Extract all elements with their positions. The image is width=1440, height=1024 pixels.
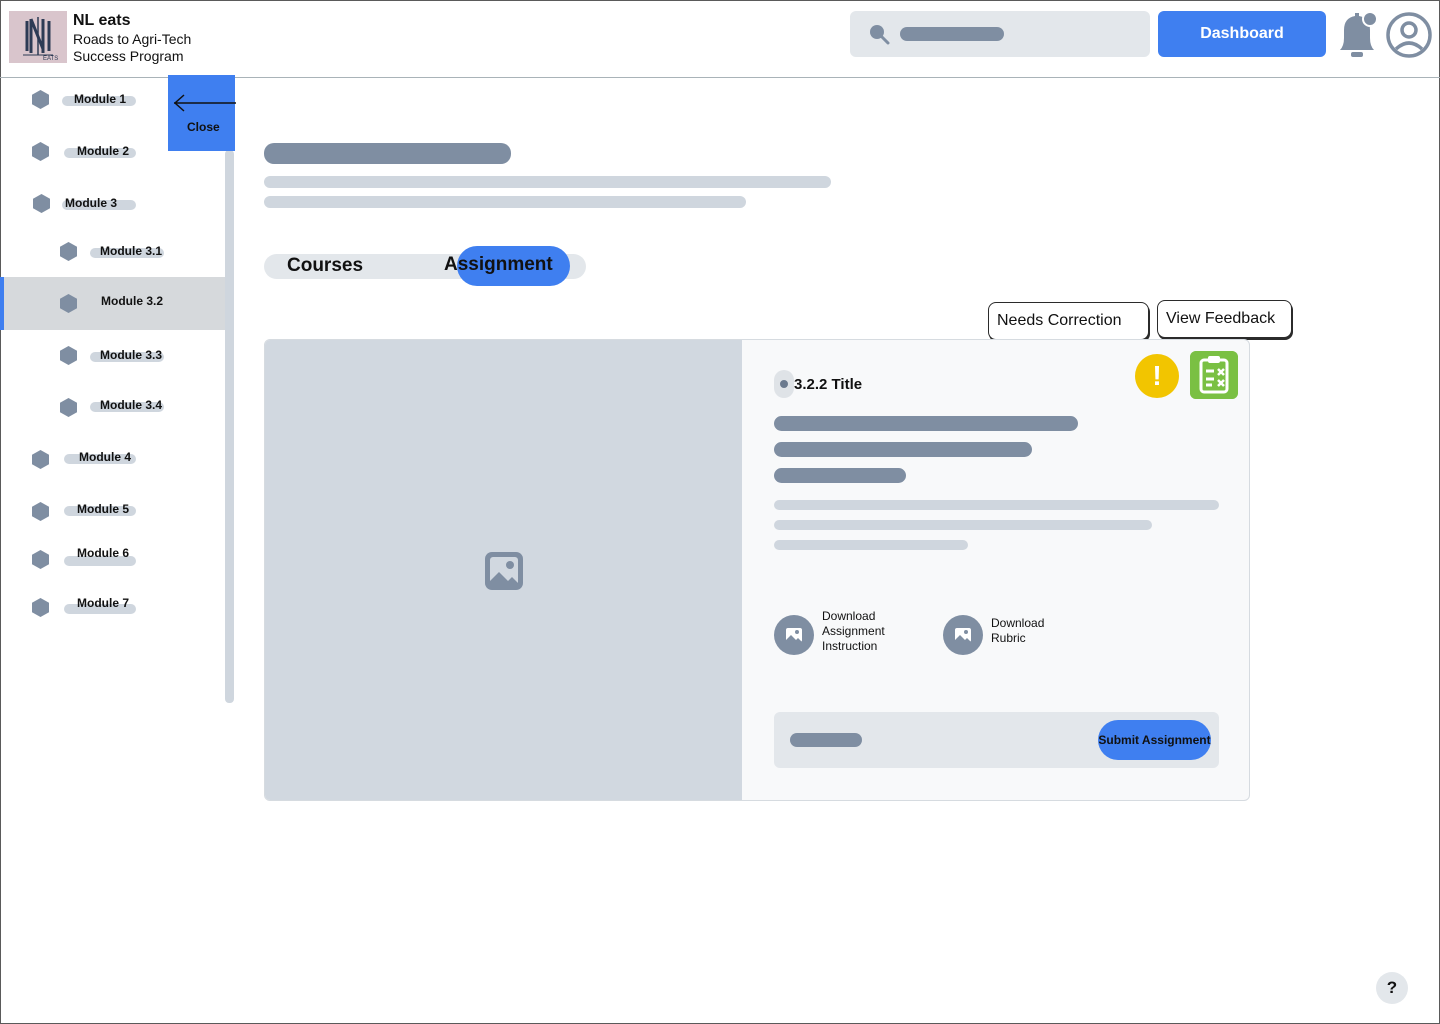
text-placeholder xyxy=(774,416,1078,431)
download-instruction-link[interactable]: Download Assignment Instruction xyxy=(822,609,902,654)
hexagon-icon xyxy=(60,346,77,365)
sidebar-item-label: Module 2 xyxy=(77,144,130,158)
close-label: Close xyxy=(187,120,220,134)
top-header: EATS NL eats Roads to Agri-Tech Success … xyxy=(0,0,1440,78)
hexagon-icon xyxy=(33,194,50,213)
description-placeholder xyxy=(264,196,746,208)
sidebar-item-label: Module 6 xyxy=(77,546,130,560)
hexagon-icon xyxy=(32,450,49,469)
submission-panel: Submit Assignment xyxy=(774,712,1219,768)
arrow-left-icon xyxy=(173,94,236,112)
sidebar-scrollbar[interactable] xyxy=(225,150,234,703)
bullet-icon xyxy=(774,370,794,398)
notification-bell-icon[interactable] xyxy=(1336,10,1378,60)
hexagon-icon xyxy=(32,550,49,569)
sidebar-item-label: Module 5 xyxy=(77,502,130,516)
hexagon-icon xyxy=(32,90,49,109)
warning-icon[interactable]: ! xyxy=(1135,354,1179,398)
text-placeholder xyxy=(774,540,968,550)
sidebar-item-label: Module 3.2 xyxy=(101,294,164,308)
hexagon-icon xyxy=(60,242,77,261)
submit-assignment-button[interactable]: Submit Assignment xyxy=(1098,720,1211,760)
search-placeholder-bar xyxy=(900,27,1004,41)
help-button[interactable]: ? xyxy=(1376,972,1408,1004)
sidebar-item-module-7[interactable]: Module 7 xyxy=(0,582,226,622)
sidebar-item-module-6[interactable]: Module 6 xyxy=(0,532,226,572)
download-rubric-icon[interactable] xyxy=(943,615,983,655)
sidebar-item-label: Module 1 xyxy=(74,92,127,106)
clipboard-x-icon[interactable] xyxy=(1190,351,1238,399)
sidebar-item-module-3-3[interactable]: Module 3.3 xyxy=(0,334,226,374)
search-icon xyxy=(870,25,890,45)
text-placeholder xyxy=(774,520,1152,530)
sidebar-item-module-5[interactable]: Module 5 xyxy=(0,488,226,528)
search-field[interactable] xyxy=(850,11,1150,57)
needs-correction-badge[interactable]: Needs Correction xyxy=(988,302,1149,340)
module-sidebar: Module 1 Module 2 Module 3 Module 3.1 Mo… xyxy=(0,78,226,718)
assignment-title: 3.2.2 Title xyxy=(794,376,863,393)
image-icon xyxy=(485,552,523,590)
tab-courses[interactable]: Courses xyxy=(287,255,363,277)
text-placeholder xyxy=(774,442,1032,457)
text-placeholder xyxy=(774,468,906,483)
file-placeholder xyxy=(790,733,862,747)
hexagon-icon xyxy=(32,598,49,617)
close-sidebar-button[interactable]: Close xyxy=(168,75,236,151)
assignment-image xyxy=(265,340,742,800)
hexagon-icon xyxy=(32,142,49,161)
text-placeholder xyxy=(774,500,1219,510)
sidebar-item-module-3-4[interactable]: Module 3.4 xyxy=(0,384,226,424)
download-rubric-link[interactable]: Download Rubric xyxy=(991,616,1061,646)
sidebar-item-module-4[interactable]: Module 4 xyxy=(0,436,226,476)
brand-subtitle: Roads to Agri-Tech Success Program xyxy=(73,31,192,64)
image-icon xyxy=(786,628,802,642)
sidebar-item-label: Module 3 xyxy=(65,196,118,210)
download-instruction-icon[interactable] xyxy=(774,615,814,655)
page-title-placeholder xyxy=(264,143,511,164)
sidebar-item-label: Module 3.4 xyxy=(100,398,163,412)
nl-eats-logo: EATS xyxy=(9,11,67,63)
sidebar-item-label: Module 7 xyxy=(77,596,130,610)
sidebar-item-label: Module 4 xyxy=(79,450,132,464)
sidebar-item-label: Module 3.1 xyxy=(100,244,163,258)
description-placeholder xyxy=(264,176,831,188)
hexagon-icon xyxy=(60,398,77,417)
brand-title: NL eats xyxy=(73,12,131,29)
sidebar-item-module-3-2[interactable]: Module 3.2 xyxy=(0,277,226,330)
user-avatar-icon[interactable] xyxy=(1386,12,1432,58)
sidebar-item-module-3-1[interactable]: Module 3.1 xyxy=(0,230,226,270)
sidebar-item-label: Module 3.3 xyxy=(100,348,163,362)
dashboard-button[interactable]: Dashboard xyxy=(1158,11,1326,57)
svg-text:EATS: EATS xyxy=(43,56,58,62)
tab-assignment[interactable]: Assignment xyxy=(444,254,553,276)
hexagon-icon xyxy=(60,294,77,313)
assignment-card: 3.2.2 Title ! Download Assignment Instru… xyxy=(264,339,1250,801)
view-feedback-button[interactable]: View Feedback xyxy=(1157,300,1292,338)
sidebar-item-module-3[interactable]: Module 3 xyxy=(0,182,226,222)
hexagon-icon xyxy=(32,502,49,521)
image-icon xyxy=(955,628,971,642)
